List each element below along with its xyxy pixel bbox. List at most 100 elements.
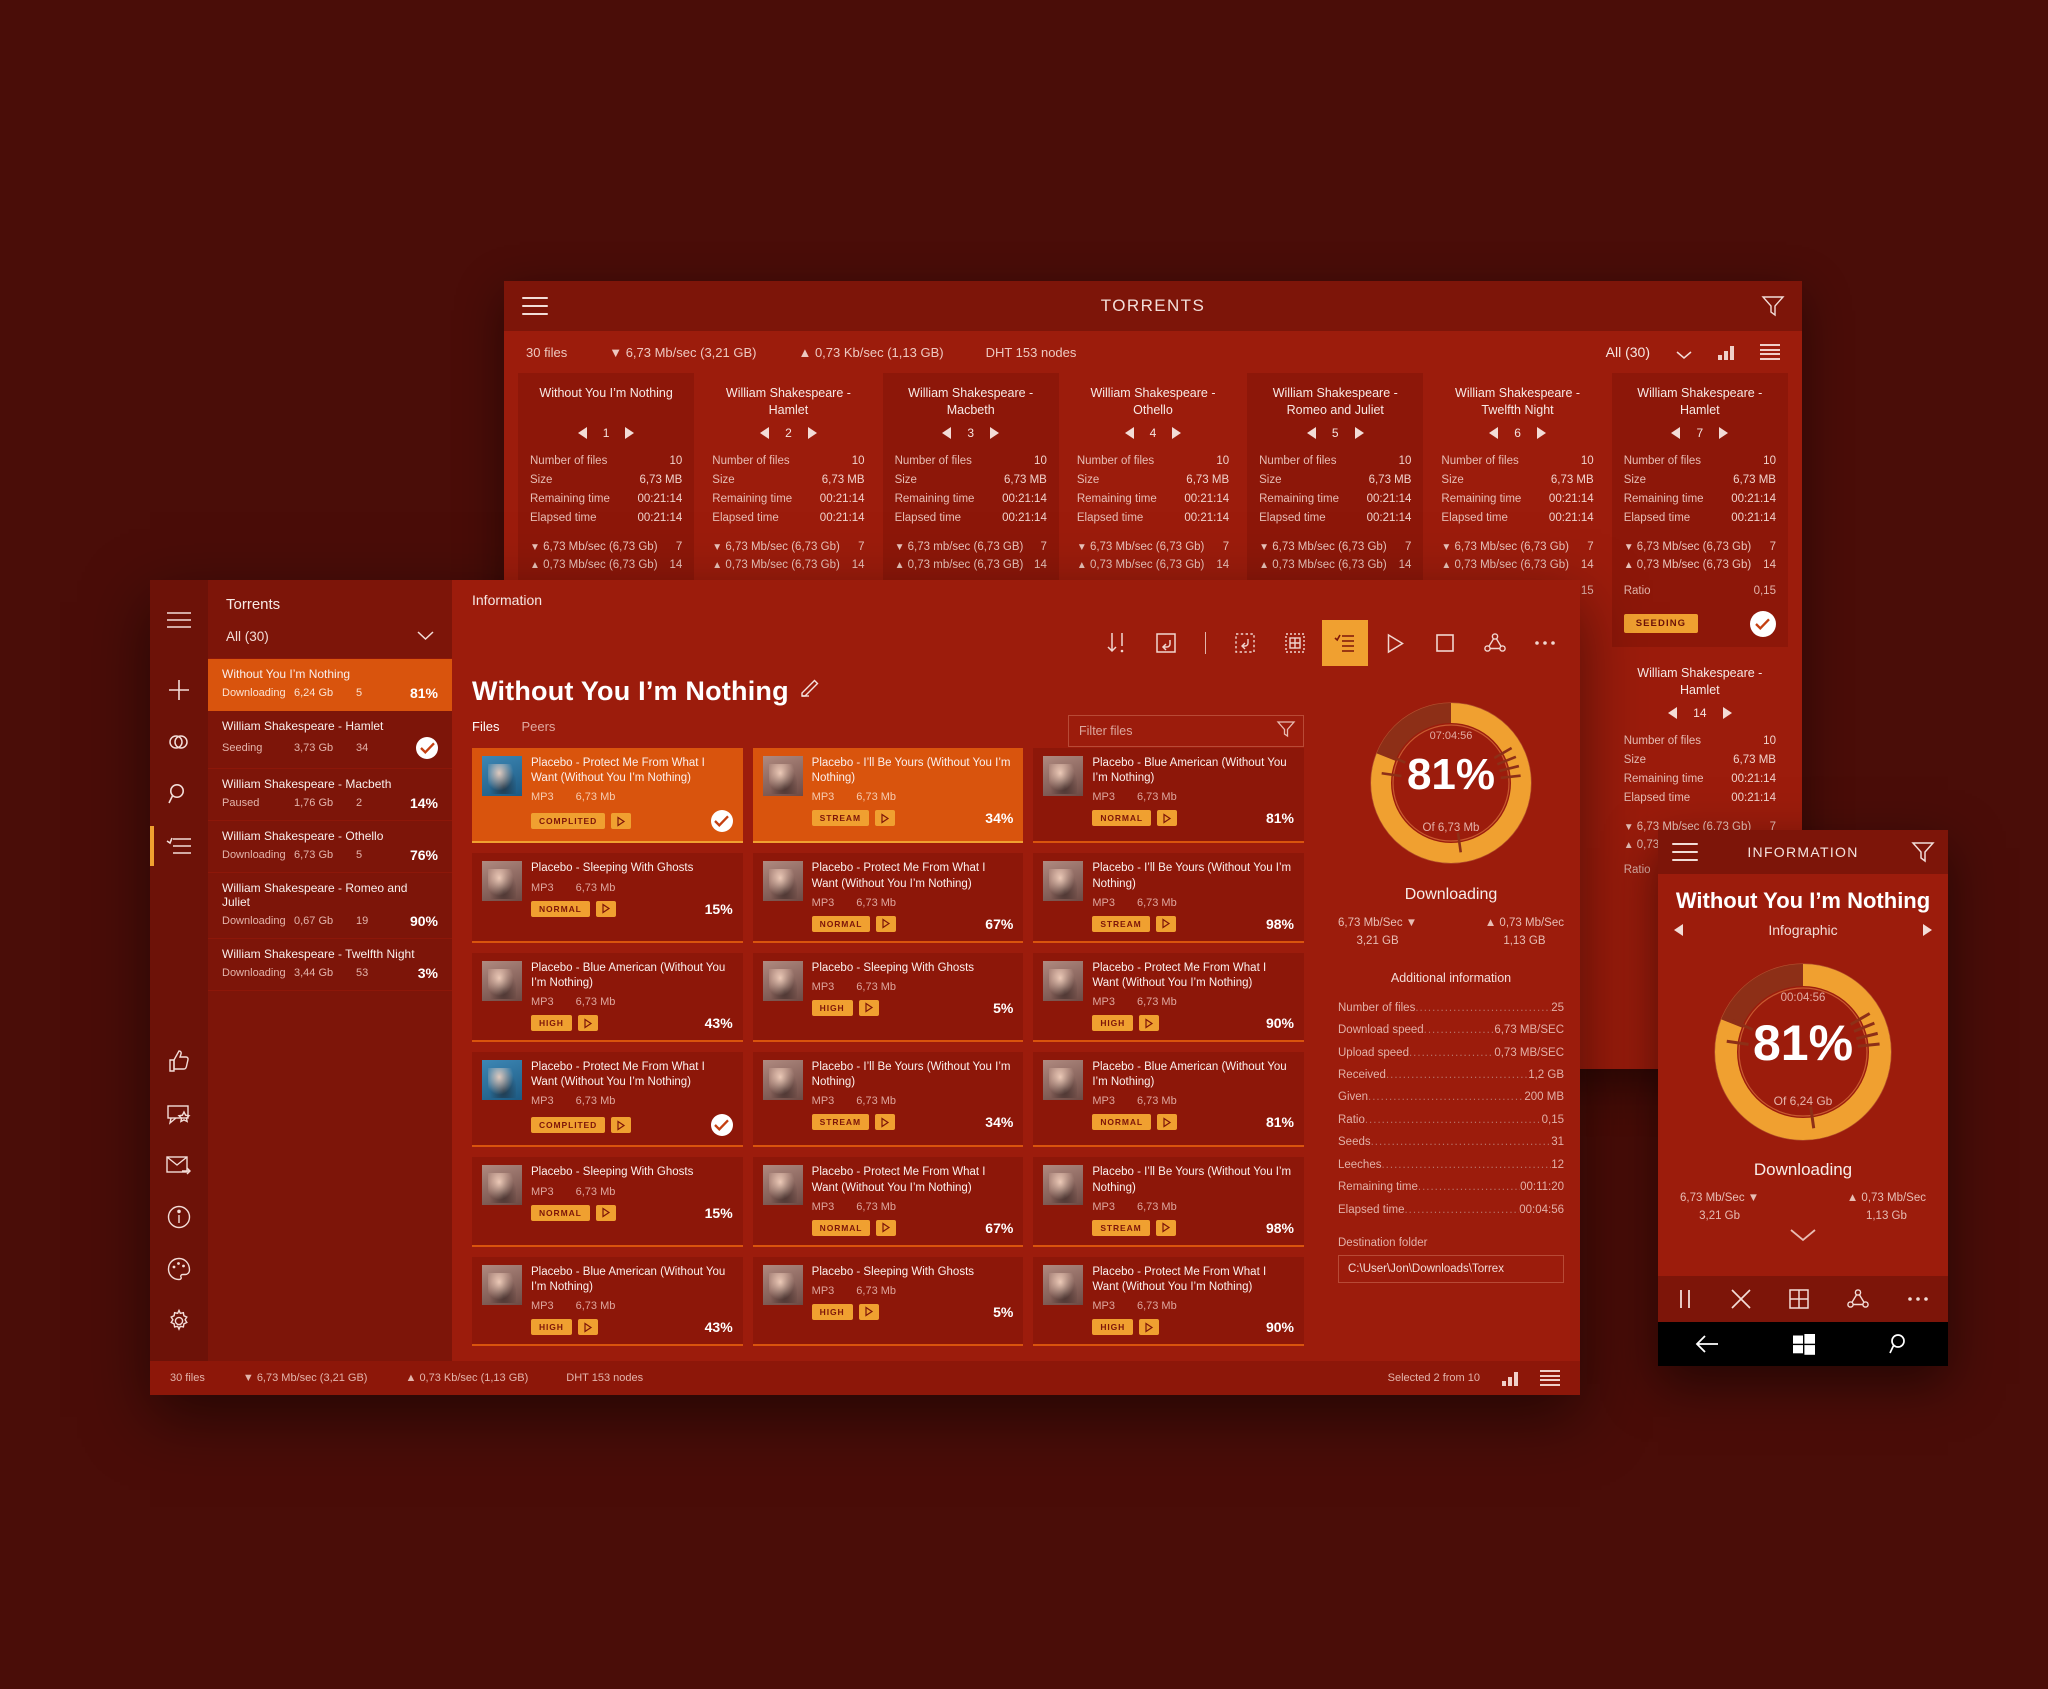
- file-card[interactable]: Placebo - Protect Me From What I Want (W…: [472, 1052, 743, 1148]
- close-icon[interactable]: [1731, 1289, 1751, 1309]
- details-view-button[interactable]: [1322, 620, 1368, 666]
- priority-badge[interactable]: HIGH: [531, 1015, 572, 1032]
- file-card[interactable]: Placebo - Sleeping With Ghosts MP3 6,73 Mb…: [472, 853, 743, 943]
- info-icon[interactable]: [150, 1191, 208, 1243]
- more-button[interactable]: [1522, 620, 1568, 666]
- file-card[interactable]: Placebo - I’ll Be Yours (Without You I’m…: [1033, 853, 1304, 943]
- palette-icon[interactable]: [150, 1243, 208, 1295]
- play-icon[interactable]: [1155, 1219, 1176, 1236]
- torrent-list-item[interactable]: William Shakespeare - Hamlet Seeding 3,73 …: [208, 711, 452, 769]
- mail-icon[interactable]: [150, 1139, 208, 1191]
- next-arrow-icon[interactable]: [1536, 427, 1546, 439]
- play-icon[interactable]: [1139, 1015, 1160, 1032]
- play-icon[interactable]: [611, 813, 632, 830]
- hamburger-icon[interactable]: [150, 594, 208, 646]
- torrent-card[interactable]: William Shakespeare - Hamlet 7 Number of f…: [1611, 373, 1788, 647]
- play-icon[interactable]: [577, 1319, 598, 1336]
- next-arrow-icon[interactable]: [1172, 427, 1182, 439]
- play-icon[interactable]: [1157, 810, 1178, 827]
- tab-files[interactable]: Files: [472, 719, 499, 734]
- play-icon[interactable]: [1155, 915, 1176, 932]
- next-arrow-icon[interactable]: [1354, 427, 1364, 439]
- back-arrow-icon[interactable]: [1695, 1335, 1719, 1353]
- hamburger-icon[interactable]: [1672, 843, 1698, 861]
- torrent-list-item[interactable]: Without You I’m Nothing Downloading 6,24 G…: [208, 659, 452, 711]
- file-card[interactable]: Placebo - Sleeping With Ghosts MP3 6,73 Mb…: [752, 1256, 1024, 1347]
- list-view-icon[interactable]: [1540, 1370, 1560, 1386]
- torrent-list-item[interactable]: William Shakespeare - Twelfth Night Downl…: [208, 939, 452, 991]
- priority-badge[interactable]: STREAM: [811, 1114, 869, 1131]
- priority-badge[interactable]: STREAM: [1092, 915, 1150, 932]
- next-arrow-icon[interactable]: [1719, 427, 1729, 439]
- sidebar-item-torrent-list[interactable]: [150, 820, 208, 872]
- prev-arrow-icon[interactable]: [1674, 924, 1683, 936]
- file-card[interactable]: Placebo - I’ll Be Yours (Without You I’m…: [752, 748, 1024, 844]
- funnel-icon[interactable]: [1276, 720, 1296, 743]
- file-card[interactable]: Placebo - Protect Me From What I Want (W…: [1033, 952, 1304, 1043]
- prev-arrow-icon[interactable]: [1671, 427, 1681, 439]
- search-input[interactable]: [1079, 724, 1277, 738]
- priority-badge[interactable]: STREAM: [811, 810, 869, 827]
- next-arrow-icon[interactable]: [807, 427, 817, 439]
- share-icon[interactable]: [1847, 1289, 1869, 1309]
- play-icon[interactable]: [595, 1204, 616, 1221]
- priority-badge[interactable]: NORMAL: [531, 900, 590, 917]
- play-icon[interactable]: [858, 999, 879, 1016]
- file-card[interactable]: Placebo - Protect Me From What I Want (W…: [752, 1157, 1024, 1247]
- prev-arrow-icon[interactable]: [577, 427, 587, 439]
- expand-chevron-icon[interactable]: [1658, 1228, 1948, 1242]
- filter-files-field[interactable]: [1068, 715, 1304, 747]
- priority-badge[interactable]: NORMAL: [1092, 1114, 1152, 1131]
- download-priority-button[interactable]: [1093, 620, 1139, 666]
- priority-badge[interactable]: NORMAL: [811, 915, 871, 932]
- start-button[interactable]: [1372, 620, 1418, 666]
- list-view-icon[interactable]: [1760, 344, 1780, 360]
- move-to-button[interactable]: [1143, 620, 1189, 666]
- tab-peers[interactable]: Peers: [521, 719, 555, 734]
- file-card[interactable]: Placebo - Sleeping With Ghosts MP3 6,73 Mb…: [752, 952, 1024, 1043]
- file-card[interactable]: Placebo - Protect Me From What I Want (W…: [1033, 1256, 1304, 1347]
- prev-arrow-icon[interactable]: [1306, 427, 1316, 439]
- prev-arrow-icon[interactable]: [1668, 706, 1678, 719]
- next-arrow-icon[interactable]: [990, 427, 1000, 439]
- grid-view-button[interactable]: [1272, 620, 1318, 666]
- file-card[interactable]: Placebo - Blue American (Without You I’m…: [472, 952, 743, 1043]
- link-icon[interactable]: [150, 716, 208, 768]
- chevron-down-icon[interactable]: [1676, 348, 1692, 359]
- next-arrow-icon[interactable]: [1722, 706, 1732, 719]
- priority-badge[interactable]: HIGH: [811, 1303, 853, 1320]
- file-card[interactable]: Placebo - Protect Me From What I Want (W…: [472, 748, 743, 844]
- file-card[interactable]: Placebo - Blue American (Without You I’m…: [472, 1256, 743, 1347]
- windows-logo-icon[interactable]: [1793, 1333, 1815, 1355]
- prev-arrow-icon[interactable]: [1489, 427, 1499, 439]
- play-icon[interactable]: [595, 900, 616, 917]
- file-card[interactable]: Placebo - I’ll Be Yours (Without You I’m…: [1033, 1157, 1304, 1247]
- funnel-icon[interactable]: [1761, 294, 1785, 318]
- priority-badge[interactable]: COMPLITED: [531, 1117, 606, 1134]
- search-icon[interactable]: [1889, 1333, 1911, 1355]
- priority-badge[interactable]: NORMAL: [1092, 810, 1152, 827]
- next-arrow-icon[interactable]: [1923, 924, 1932, 936]
- file-card[interactable]: Placebo - Protect Me From What I Want (W…: [752, 853, 1024, 943]
- list-filter-dropdown[interactable]: All (30): [208, 619, 452, 659]
- pause-icon[interactable]: [1677, 1289, 1693, 1309]
- priority-badge[interactable]: HIGH: [1092, 1015, 1134, 1032]
- search-icon[interactable]: [150, 768, 208, 820]
- destination-folder-field[interactable]: C:\User\Jon\Downloads\Torrex: [1338, 1255, 1564, 1283]
- funnel-icon[interactable]: [1911, 840, 1935, 864]
- torrent-list-item[interactable]: William Shakespeare - Macbeth Paused 1,76 …: [208, 769, 452, 821]
- play-icon[interactable]: [858, 1303, 879, 1320]
- pencil-icon[interactable]: [799, 679, 819, 704]
- file-card[interactable]: Placebo - Blue American (Without You I’m…: [1033, 1052, 1304, 1148]
- file-card[interactable]: Placebo - Sleeping With Ghosts MP3 6,73 Mb…: [472, 1157, 743, 1247]
- prev-arrow-icon[interactable]: [760, 427, 770, 439]
- grid-icon[interactable]: [1789, 1289, 1809, 1309]
- ellipsis-icon[interactable]: [1907, 1296, 1929, 1302]
- play-icon[interactable]: [876, 1219, 897, 1236]
- share-button[interactable]: [1472, 620, 1518, 666]
- add-torrent-button[interactable]: [150, 664, 208, 716]
- priority-badge[interactable]: NORMAL: [811, 1219, 871, 1236]
- bar-chart-icon[interactable]: [1502, 1371, 1518, 1386]
- play-icon[interactable]: [1139, 1319, 1160, 1336]
- filter-label[interactable]: All (30): [1606, 344, 1650, 360]
